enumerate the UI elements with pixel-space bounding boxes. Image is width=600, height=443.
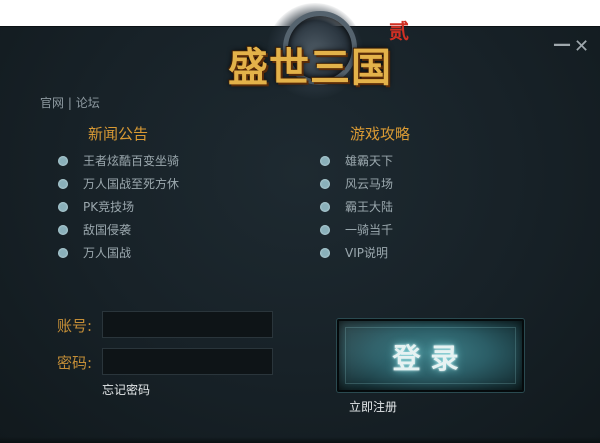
bullet-icon [320, 248, 330, 258]
guide-heading: 游戏攻略 [350, 125, 411, 143]
close-button[interactable]: ✕ [574, 36, 589, 57]
bullet-icon [58, 156, 68, 166]
guide-item-label: 风云马场 [345, 177, 394, 191]
forum-link[interactable]: 论坛 [76, 96, 100, 110]
news-item-label: 万人国战 [83, 246, 132, 260]
guide-item-label: 霸王大陆 [345, 200, 394, 214]
forgot-password-link[interactable]: 忘记密码 [102, 381, 150, 398]
news-list: 王者炫酷百变坐骑 万人国战至死方休 PK竞技场 敌国侵袭 万人国战 [58, 153, 179, 268]
bullet-icon [58, 225, 68, 235]
guide-item[interactable]: 一骑当千 [320, 222, 393, 245]
guide-item-label: VIP说明 [345, 246, 388, 260]
news-item[interactable]: 万人国战 [58, 245, 179, 268]
link-separator: | [67, 96, 72, 110]
guide-item[interactable]: VIP说明 [320, 245, 393, 268]
bullet-icon [320, 179, 330, 189]
bullet-icon [320, 202, 330, 212]
account-input[interactable] [102, 311, 273, 338]
login-button-label: 登录 [392, 342, 469, 375]
bullet-icon [320, 225, 330, 235]
login-button[interactable]: 登录 [337, 319, 524, 392]
password-label: 密码: [57, 354, 93, 372]
news-item-label: PK竞技场 [83, 200, 135, 214]
news-item-label: 敌国侵袭 [83, 223, 132, 237]
password-input[interactable] [102, 348, 273, 375]
bullet-icon [58, 179, 68, 189]
bullet-icon [58, 202, 68, 212]
account-label: 账号: [57, 317, 93, 335]
guide-item[interactable]: 风云马场 [320, 176, 393, 199]
bullet-icon [320, 156, 330, 166]
news-item-label: 王者炫酷百变坐骑 [83, 154, 180, 168]
news-item[interactable]: PK竞技场 [58, 199, 179, 222]
news-item[interactable]: 敌国侵袭 [58, 222, 179, 245]
news-item[interactable]: 万人国战至死方休 [58, 176, 179, 199]
guide-item-label: 一骑当千 [345, 223, 394, 237]
official-site-link[interactable]: 官网 [40, 96, 64, 110]
guide-list: 雄霸天下 风云马场 霸王大陆 一骑当千 VIP说明 [320, 153, 393, 268]
top-links: 官网 | 论坛 [40, 94, 100, 111]
guide-item[interactable]: 霸王大陆 [320, 199, 393, 222]
bullet-icon [58, 248, 68, 258]
minimize-button[interactable]: — [553, 34, 571, 55]
news-item-label: 万人国战至死方休 [83, 177, 180, 191]
register-link[interactable]: 立即注册 [349, 398, 397, 415]
news-item[interactable]: 王者炫酷百变坐骑 [58, 153, 179, 176]
logo-seal: 贰 [389, 19, 409, 43]
guide-item[interactable]: 雄霸天下 [320, 153, 393, 176]
guide-item-label: 雄霸天下 [345, 154, 394, 168]
news-heading: 新闻公告 [88, 125, 149, 143]
game-logo: 盛世三国 贰 [205, 1, 415, 121]
logo-title: 盛世三国 [228, 44, 392, 91]
